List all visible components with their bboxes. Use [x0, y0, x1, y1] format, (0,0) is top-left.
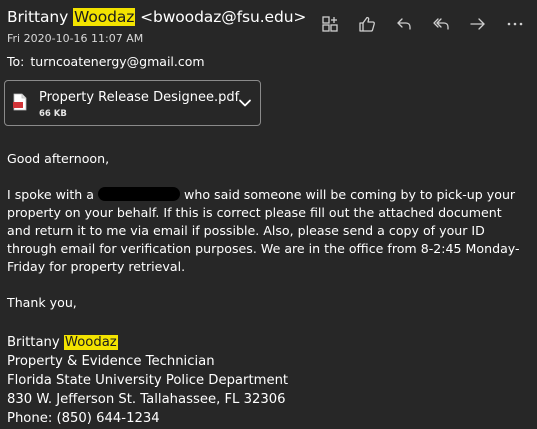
closing: Thank you, [7, 295, 77, 310]
signature-last-name-highlight: Woodaz [63, 335, 118, 350]
reply-button[interactable] [392, 12, 416, 36]
add-in-button[interactable] [318, 12, 342, 36]
reply-all-button[interactable] [429, 12, 453, 36]
pdf-file-icon [13, 93, 27, 111]
signature-organization: Florida State University Police Departme… [7, 373, 289, 388]
like-button[interactable] [355, 12, 379, 36]
greeting: Good afternoon, [7, 151, 110, 166]
forward-icon [470, 18, 485, 30]
sender-first-name: Brittany [7, 8, 69, 26]
reply-icon [397, 18, 411, 30]
message-body: Good afternoon, I spoke with a who said … [7, 150, 527, 312]
more-actions-button[interactable] [503, 12, 527, 36]
attachment-card[interactable]: Property Release Designee.pdf 66 KB [4, 80, 261, 126]
like-icon [359, 16, 375, 32]
recipient-line: To: turncoatenergy@gmail.com [7, 54, 205, 69]
attachment-size: 66 KB [39, 109, 67, 119]
redaction-mark [98, 187, 181, 201]
sender-line[interactable]: Brittany Woodaz <bwoodaz@fsu.edu> [7, 8, 306, 26]
more-icon [507, 22, 523, 26]
sent-date: Fri 2020-10-16 11:07 AM [7, 32, 144, 45]
signature-name: Brittany Woodaz [7, 333, 288, 352]
paragraph-start: I spoke with a [7, 187, 95, 202]
sender-last-name-highlight: Woodaz [73, 8, 136, 26]
signature-phone: Phone: (850) 644-1234 [7, 411, 160, 426]
chevron-down-icon[interactable] [238, 96, 252, 110]
message-toolbar [318, 12, 537, 36]
reply-all-icon [433, 18, 449, 30]
to-label: To: [7, 54, 25, 69]
signature-address: 830 W. Jefferson St. Tallahassee, FL 323… [7, 392, 286, 407]
signature-title: Property & Evidence Technician [7, 354, 215, 369]
recipient-address[interactable]: turncoatenergy@gmail.com [30, 54, 204, 69]
signature: Brittany Woodaz Property & Evidence Tech… [7, 333, 288, 428]
forward-button[interactable] [466, 12, 490, 36]
attachment-name: Property Release Designee.pdf [39, 90, 240, 105]
signature-first-name: Brittany [7, 335, 60, 350]
main-paragraph: I spoke with a who said someone will be … [7, 186, 527, 276]
sender-email: <bwoodaz@fsu.edu> [140, 8, 307, 26]
add-in-icon [322, 16, 338, 32]
